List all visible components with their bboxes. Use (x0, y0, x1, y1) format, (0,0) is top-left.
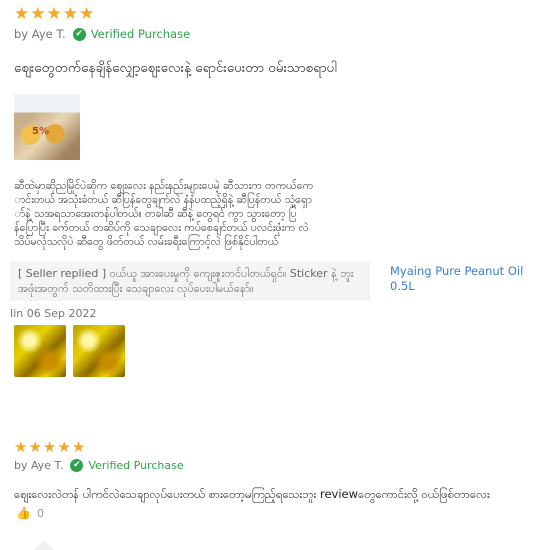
star-icon: ★ (42, 438, 57, 456)
star-icon: ★ (79, 4, 95, 24)
star-icon: ★ (57, 438, 71, 456)
review-body-line: သိပ်မလုံသလိုပဲ ဆီတွေ ဖိတ်တယ် လမ်းခရီးကြေ… (14, 235, 279, 248)
review2-rating-stars: ★ ★ ★ ★ ★ (14, 440, 85, 455)
review-body-line: ာင်းတယ် အသုံးခံတယ် ဆီပြန်တွေချက်လဲ နံနံပ… (14, 193, 312, 206)
review2-headline: ဈေးလေးလဲတန် ပါကင်လဲသေချာလုပ်ပေးတယ် စားတေ… (14, 487, 490, 501)
review-body-line: ဆီထဲမှာဆိုညမြိုင်ပဲဆိုက ဈေးလေး နည်းနည်းမ… (14, 179, 314, 192)
review1-byline: by Aye T. ✔ Verified Purchase (14, 27, 190, 41)
star-icon: ★ (14, 4, 30, 24)
product-link[interactable]: Myaing Pure Peanut Oil 0.5L (390, 264, 540, 294)
star-icon: ★ (14, 438, 28, 456)
like-count: 0 (36, 506, 44, 520)
review1-body: ဆီထဲမှာဆိုညမြိုင်ပဲဆိုက ဈေးလေး နည်းနည်းမ… (14, 179, 374, 249)
star-icon: ★ (62, 4, 78, 24)
seller-reply: [ Seller replied ] ဝယ်ယူ အားပေးမှုကို ကျ… (10, 261, 370, 301)
thumbs-up-icon: 👍 (16, 506, 31, 520)
review-photo-thumbnail[interactable] (73, 325, 125, 377)
verified-check-icon: ✔ (70, 459, 84, 472)
star-icon: ★ (30, 4, 46, 24)
review-date: Iin 06 Sep 2022 (10, 307, 97, 320)
review2-byline: by Aye T. ✔ Verified Purchase (14, 459, 184, 472)
review-author: by Aye T. (14, 27, 66, 41)
verified-check-icon: ✔ (72, 27, 86, 41)
verified-purchase-label: Verified Purchase (90, 27, 191, 41)
product-photo[interactable]: 5% (14, 94, 80, 160)
review-photo-thumbnail[interactable] (14, 325, 66, 377)
verified-purchase-label: Verified Purchase (88, 459, 184, 472)
review-author: by Aye T. (14, 459, 64, 472)
review-body-line: ာ်နဲ့ သအရသာအေးတန်ပါတယ်။ တခါဆီ ဆီနဲ့ တွေရ… (14, 207, 297, 220)
like-button[interactable]: 👍 0 (16, 506, 44, 520)
star-icon: ★ (71, 438, 86, 456)
star-icon: ★ (46, 4, 62, 24)
photo-label-icon: 5% (32, 126, 49, 137)
review1-rating-stars: ★ ★ ★ ★ ★ (14, 6, 94, 23)
section-divider (34, 540, 54, 550)
review1-headline: ဈေးတွေတက်နေချိန်လျှော့ဈေးလေးနဲ့ ရောင်းပေ… (14, 60, 337, 76)
review-body-line: န်ပြောပြီး ခက်တယ် တဆိပ်ကို သေချာလေး ကပ်စ… (14, 221, 309, 234)
star-icon: ★ (28, 438, 42, 456)
